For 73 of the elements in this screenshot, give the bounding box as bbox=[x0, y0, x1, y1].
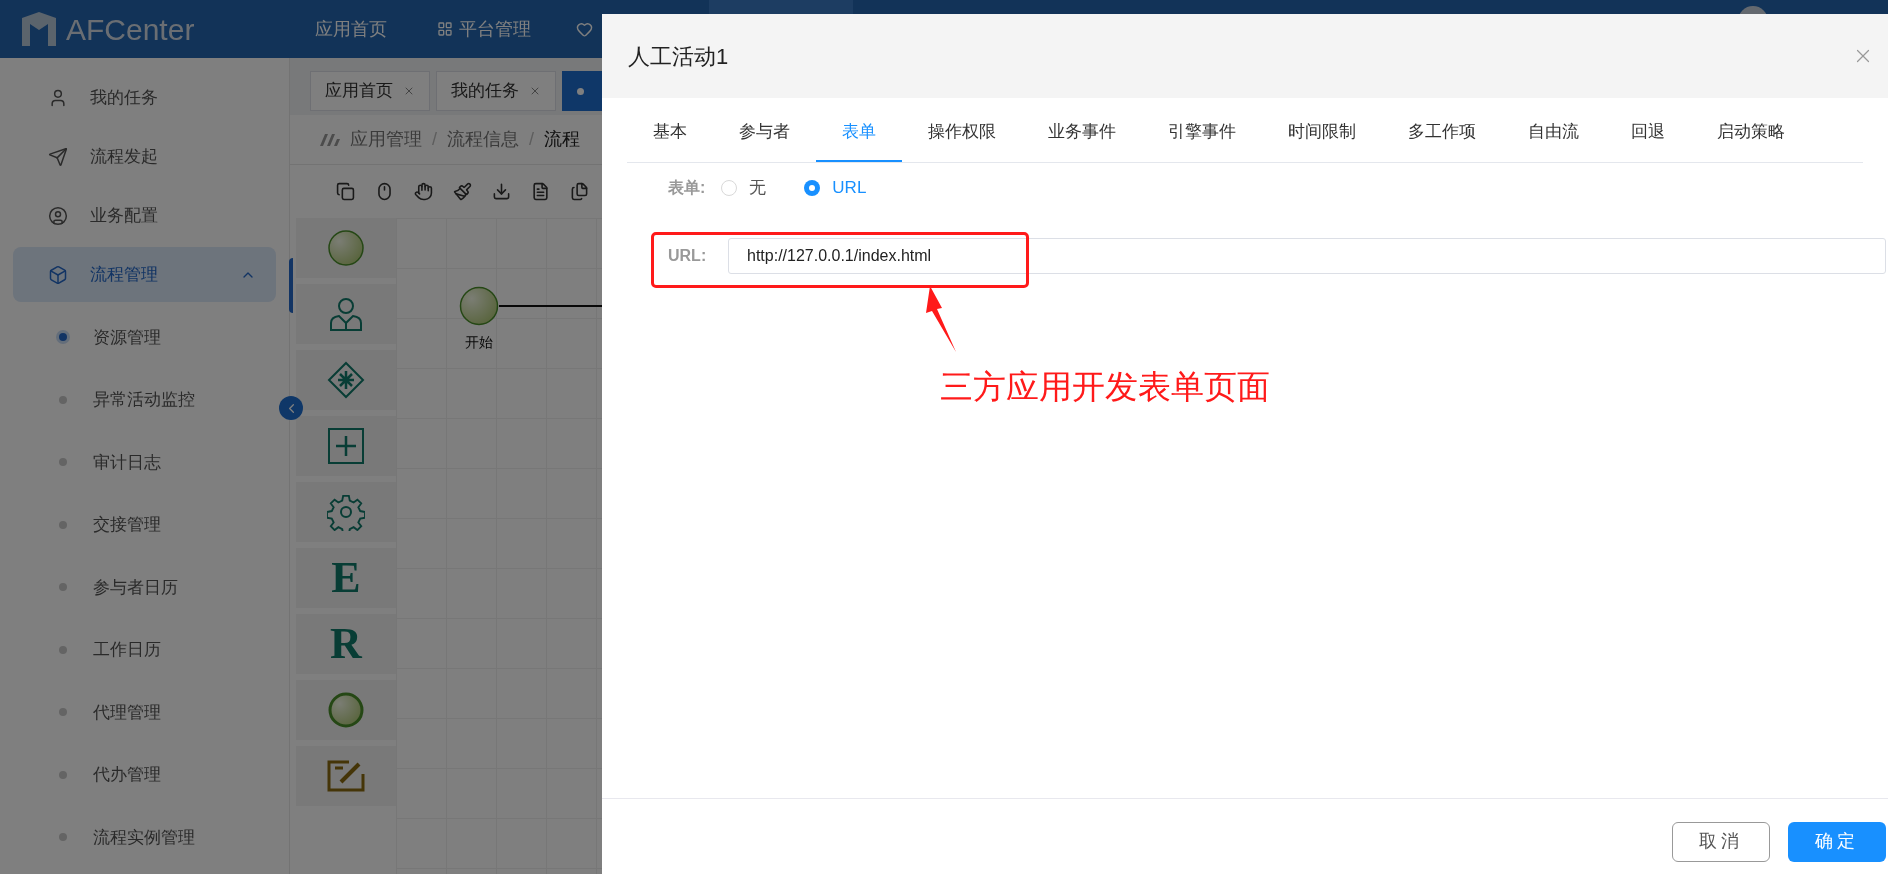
sidebar-subitem[interactable]: 审计日志 bbox=[0, 431, 289, 494]
breadcrumb-link[interactable]: 应用管理 bbox=[350, 126, 422, 153]
radio-button[interactable] bbox=[804, 180, 821, 196]
copy-icon[interactable] bbox=[336, 182, 355, 201]
brush-icon[interactable] bbox=[453, 182, 472, 201]
sidebar-subitem[interactable]: 交接管理 bbox=[0, 493, 289, 556]
user-icon bbox=[48, 87, 68, 108]
circle-event-icon[interactable] bbox=[327, 229, 365, 267]
gateway-icon[interactable] bbox=[327, 361, 365, 399]
send-icon bbox=[48, 146, 68, 167]
gear-icon[interactable] bbox=[327, 493, 365, 531]
sidebar-subitem[interactable]: 异常活动监控 bbox=[0, 368, 289, 431]
breadcrumb-link[interactable]: 流程信息 bbox=[447, 126, 519, 153]
annotation-text: 三方应用开发表单页面 bbox=[940, 367, 1270, 407]
radio-option[interactable]: 无 bbox=[721, 175, 767, 201]
dialog-title: 人工活动1 bbox=[628, 42, 730, 71]
hand-icon[interactable] bbox=[414, 182, 433, 201]
mouse-icon[interactable] bbox=[375, 182, 394, 201]
logo-text: AFCenter bbox=[66, 11, 195, 48]
logo-icon bbox=[20, 10, 58, 48]
field-label: URL: bbox=[668, 246, 708, 266]
sidebar-subitem[interactable]: 代理管理 bbox=[0, 681, 289, 744]
field-label: 表单: bbox=[668, 178, 706, 198]
cancel-button[interactable]: 取消 bbox=[1672, 821, 1770, 862]
file-icon[interactable] bbox=[531, 182, 550, 201]
files-icon[interactable] bbox=[570, 182, 589, 201]
circle-event-icon[interactable] bbox=[327, 691, 365, 729]
sidebar-subitem[interactable]: 资源管理 bbox=[0, 306, 289, 369]
page-tab[interactable]: 我的任务 bbox=[436, 71, 556, 111]
dialog-tab[interactable]: 表单 bbox=[816, 104, 902, 162]
page-tab[interactable]: 应用首页 bbox=[310, 71, 430, 111]
dialog-tab[interactable]: 多工作项 bbox=[1382, 104, 1502, 162]
breadcrumb-current: 流程 bbox=[544, 128, 581, 151]
dialog-tab[interactable]: 时间限制 bbox=[1262, 104, 1382, 162]
download-icon[interactable] bbox=[492, 182, 511, 201]
confirm-button[interactable]: 确定 bbox=[1788, 821, 1886, 862]
slashes-icon bbox=[318, 132, 340, 147]
sidebar-item[interactable]: 业务配置 bbox=[13, 188, 276, 243]
breadcrumb-separator: / bbox=[432, 128, 437, 151]
sidebar-item[interactable]: 我的任务 bbox=[13, 70, 276, 125]
cube-icon bbox=[48, 264, 68, 285]
dialog-tab[interactable]: 引擎事件 bbox=[1142, 104, 1262, 162]
dialog-tab[interactable]: 回退 bbox=[1605, 104, 1691, 162]
sidebar-subitem[interactable]: 代办管理 bbox=[0, 743, 289, 806]
radio-option[interactable]: URL bbox=[804, 175, 867, 201]
nav-link[interactable]: 平台管理 bbox=[412, 15, 556, 43]
sidebar-item[interactable]: 流程管理 bbox=[13, 247, 276, 302]
edit-form-icon[interactable] bbox=[327, 760, 365, 792]
person-icon[interactable] bbox=[327, 295, 365, 333]
subprocess-icon[interactable] bbox=[327, 427, 365, 465]
start-event-node[interactable] bbox=[459, 286, 499, 326]
sidebar-subitem[interactable]: 工作日历 bbox=[0, 618, 289, 681]
user-circle-icon bbox=[48, 205, 68, 226]
dialog-tab[interactable]: 启动策略 bbox=[1691, 104, 1811, 162]
active-indicator bbox=[289, 258, 293, 313]
collapse-button[interactable] bbox=[279, 396, 303, 420]
nav-link[interactable]: 应用首页 bbox=[290, 15, 412, 43]
dialog-tab[interactable]: 基本 bbox=[627, 104, 713, 162]
dialog-tab[interactable]: 参与者 bbox=[713, 104, 816, 162]
node-label: 开始 bbox=[465, 333, 493, 352]
heart-icon[interactable] bbox=[576, 20, 593, 38]
grid-icon bbox=[437, 21, 453, 37]
url-input[interactable]: http://127.0.0.1/index.html bbox=[728, 238, 1886, 274]
sidebar-subitem[interactable]: 流程实例管理 bbox=[0, 806, 289, 869]
close-icon[interactable] bbox=[529, 85, 541, 97]
close-icon[interactable] bbox=[403, 85, 415, 97]
breadcrumb-separator: / bbox=[529, 128, 535, 151]
radio-button[interactable] bbox=[721, 180, 738, 196]
sidebar-subitem[interactable]: 参与者日历 bbox=[0, 556, 289, 619]
sidebar-item[interactable]: 流程发起 bbox=[13, 129, 276, 184]
dialog-tab[interactable]: 自由流 bbox=[1502, 104, 1605, 162]
dialog-tab[interactable]: 业务事件 bbox=[1022, 104, 1142, 162]
dialog-tab[interactable]: 操作权限 bbox=[902, 104, 1022, 162]
